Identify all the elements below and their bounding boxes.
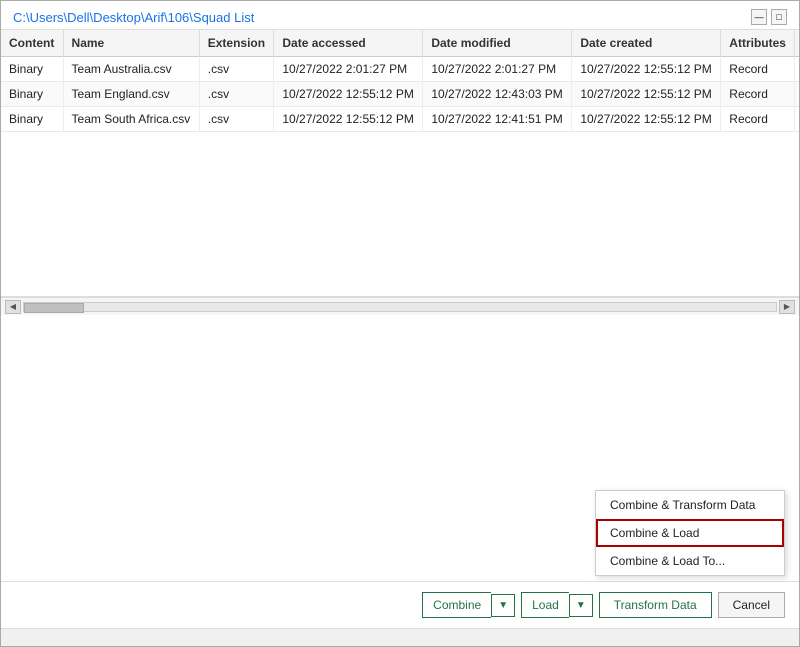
table-cell: 10/27/2022 12:55:12 PM — [274, 107, 423, 132]
horizontal-scrollbar[interactable]: ◀ ▶ — [1, 297, 799, 315]
combine-transform-item[interactable]: Combine & Transform Data — [596, 491, 784, 519]
col-header-folder: Fo — [795, 30, 799, 57]
table-cell: Team England.csv — [63, 82, 199, 107]
scroll-left-arrow[interactable]: ◀ — [5, 300, 21, 314]
maximize-button[interactable]: □ — [771, 9, 787, 25]
load-main-button[interactable]: Load — [521, 592, 569, 618]
combine-split-button: Combine ▼ — [422, 592, 515, 618]
data-table: Content Name Extension Date accessed Dat… — [1, 30, 799, 132]
table-cell: 10/27/2022 12:55:12 PM — [572, 107, 721, 132]
col-header-extension: Extension — [199, 30, 274, 57]
table-body: BinaryTeam Australia.csv.csv10/27/2022 2… — [1, 57, 799, 132]
table-cell: 10/27/2022 12:41:51 PM — [423, 107, 572, 132]
table-row: BinaryTeam Australia.csv.csv10/27/2022 2… — [1, 57, 799, 82]
combine-dropdown-menu: Combine & Transform Data Combine & Load … — [595, 490, 785, 576]
combine-load-item[interactable]: Combine & Load — [596, 519, 784, 547]
combine-main-button[interactable]: Combine — [422, 592, 491, 618]
table-container: Content Name Extension Date accessed Dat… — [1, 30, 799, 297]
button-group: Combine ▼ Load ▼ Transform Data Cancel — [422, 592, 785, 618]
combine-dropdown-arrow[interactable]: ▼ — [491, 594, 515, 617]
scroll-track[interactable] — [23, 302, 777, 312]
table-cell: 10/27/2022 12:55:12 PM — [572, 57, 721, 82]
window-controls: — □ — [751, 9, 787, 25]
table-cell: Binary — [1, 82, 63, 107]
table-cell: 10/27/2022 2:01:27 PM — [423, 57, 572, 82]
table-cell: Team South Africa.csv — [63, 107, 199, 132]
table-cell: .csv — [199, 82, 274, 107]
load-dropdown-arrow[interactable]: ▼ — [569, 594, 593, 617]
title-bar: C:\Users\Dell\Desktop\Arif\106\Squad Lis… — [1, 1, 799, 30]
table-cell: Binary — [1, 107, 63, 132]
table-cell: .csv — [199, 57, 274, 82]
col-header-name: Name — [63, 30, 199, 57]
col-header-date-accessed: Date accessed — [274, 30, 423, 57]
col-header-content: Content — [1, 30, 63, 57]
table-cell: C:\Users\Dell\De — [795, 82, 799, 107]
col-header-date-created: Date created — [572, 30, 721, 57]
scroll-thumb[interactable] — [24, 303, 84, 313]
status-bar — [1, 628, 799, 646]
table-cell: Team Australia.csv — [63, 57, 199, 82]
combine-load-to-item[interactable]: Combine & Load To... — [596, 547, 784, 575]
table-cell: .csv — [199, 107, 274, 132]
col-header-attributes: Attributes — [721, 30, 795, 57]
table-cell: 10/27/2022 2:01:27 PM — [274, 57, 423, 82]
minimize-button[interactable]: — — [751, 9, 767, 25]
window-path: C:\Users\Dell\Desktop\Arif\106\Squad Lis… — [13, 10, 254, 25]
table-cell: Record — [721, 82, 795, 107]
table-cell: C:\Users\Dell\De — [795, 107, 799, 132]
cancel-button[interactable]: Cancel — [718, 592, 785, 618]
footer-area: Combine ▼ Load ▼ Transform Data Cancel C… — [1, 581, 799, 628]
col-header-date-modified: Date modified — [423, 30, 572, 57]
table-row: BinaryTeam England.csv.csv10/27/2022 12:… — [1, 82, 799, 107]
scroll-right-arrow[interactable]: ▶ — [779, 300, 795, 314]
table-cell: 10/27/2022 12:55:12 PM — [274, 82, 423, 107]
table-cell: Record — [721, 57, 795, 82]
load-split-button: Load ▼ — [521, 592, 593, 618]
table-cell: C:\Users\Dell\De — [795, 57, 799, 82]
table-row: BinaryTeam South Africa.csv.csv10/27/202… — [1, 107, 799, 132]
table-cell: 10/27/2022 12:55:12 PM — [572, 82, 721, 107]
table-header-row: Content Name Extension Date accessed Dat… — [1, 30, 799, 57]
transform-data-button[interactable]: Transform Data — [599, 592, 712, 618]
table-cell: Record — [721, 107, 795, 132]
table-cell: Binary — [1, 57, 63, 82]
table-cell: 10/27/2022 12:43:03 PM — [423, 82, 572, 107]
main-window: C:\Users\Dell\Desktop\Arif\106\Squad Lis… — [0, 0, 800, 647]
